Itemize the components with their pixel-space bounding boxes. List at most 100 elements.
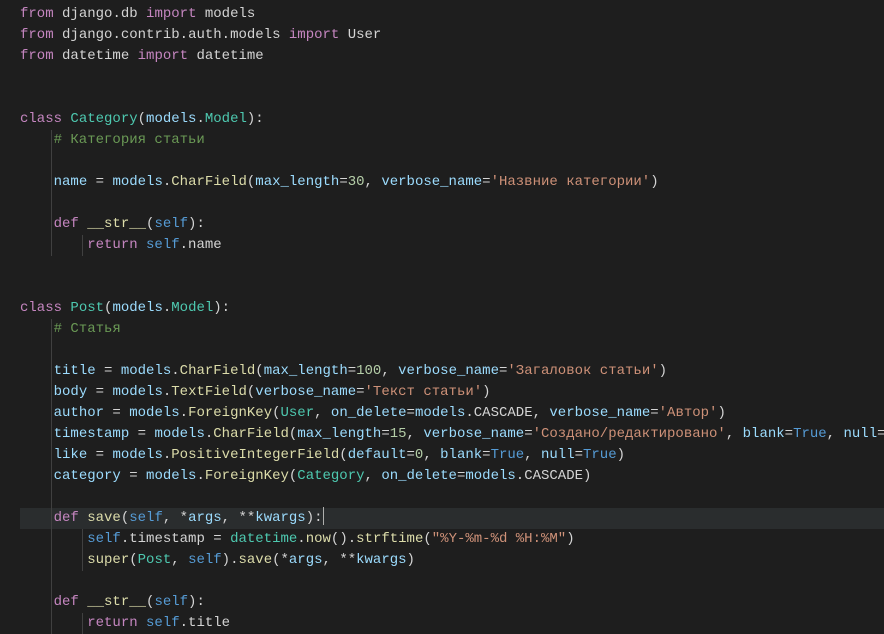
indent-guide <box>51 193 52 214</box>
indent-guide <box>51 361 52 382</box>
indent-guide <box>51 172 52 193</box>
token: timestamp <box>54 426 130 442</box>
code-line[interactable] <box>20 193 884 214</box>
token: . <box>163 447 171 463</box>
token: , <box>171 552 188 568</box>
code-line[interactable]: title = models.CharField(max_length=100,… <box>20 361 884 382</box>
code-line[interactable] <box>20 67 884 88</box>
code-line[interactable]: class Category(models.Model): <box>20 109 884 130</box>
token: Category <box>70 111 137 127</box>
code-line[interactable] <box>20 256 884 277</box>
indent-guide <box>51 151 52 172</box>
token: = <box>96 363 121 379</box>
code-line[interactable] <box>20 340 884 361</box>
token: = <box>356 384 364 400</box>
token: null <box>843 426 877 442</box>
token: timestamp <box>129 531 205 547</box>
token: kwargs <box>255 510 305 526</box>
indent-guide <box>51 550 52 571</box>
code-editor[interactable]: from django.db import modelsfrom django.… <box>20 4 884 634</box>
token: author <box>54 405 104 421</box>
code-line[interactable] <box>20 277 884 298</box>
code-line[interactable]: def __str__(self): <box>20 592 884 613</box>
code-line[interactable]: name = models.CharField(max_length=30, v… <box>20 172 884 193</box>
text-cursor <box>323 507 324 525</box>
token: ). <box>222 552 239 568</box>
token: models <box>129 405 179 421</box>
token <box>20 531 87 547</box>
code-line[interactable]: timestamp = models.CharField(max_length=… <box>20 424 884 445</box>
token: = <box>129 426 154 442</box>
token: ): <box>188 594 205 610</box>
token: title <box>188 615 230 631</box>
token: ): <box>188 216 205 232</box>
code-line[interactable] <box>20 88 884 109</box>
token: ) <box>650 174 658 190</box>
token: max_length <box>297 426 381 442</box>
token: , <box>163 510 180 526</box>
token: save <box>87 510 121 526</box>
code-line[interactable]: from django.db import models <box>20 4 884 25</box>
token: = <box>877 426 884 442</box>
token: . <box>465 405 473 421</box>
token: verbose_name <box>549 405 650 421</box>
token: body <box>54 384 88 400</box>
token: Model <box>171 300 213 316</box>
token: , <box>381 363 398 379</box>
code-line[interactable]: def save(self, *args, **kwargs): <box>20 508 884 529</box>
token: ** <box>238 510 255 526</box>
code-line[interactable]: like = models.PositiveIntegerField(defau… <box>20 445 884 466</box>
code-line[interactable] <box>20 487 884 508</box>
token: . <box>163 174 171 190</box>
token: = <box>407 447 415 463</box>
token: 'Автор' <box>659 405 718 421</box>
code-line[interactable]: return self.title <box>20 613 884 634</box>
token: True <box>583 447 617 463</box>
token: ( <box>423 531 431 547</box>
indent-guide <box>51 130 52 151</box>
token <box>20 447 54 463</box>
code-line[interactable]: def __str__(self): <box>20 214 884 235</box>
code-line[interactable]: from django.contrib.auth.models import U… <box>20 25 884 46</box>
indent-guide <box>82 529 83 550</box>
token: , <box>423 447 440 463</box>
token: . <box>163 300 171 316</box>
code-line[interactable]: category = models.ForeignKey(Category, o… <box>20 466 884 487</box>
token: CharField <box>213 426 289 442</box>
token: datetime <box>62 48 129 64</box>
token: = <box>87 447 112 463</box>
code-line[interactable]: super(Post, self).save(*args, **kwargs) <box>20 550 884 571</box>
code-line[interactable]: class Post(models.Model): <box>20 298 884 319</box>
code-line[interactable]: self.timestamp = datetime.now().strftime… <box>20 529 884 550</box>
code-line[interactable]: body = models.TextField(verbose_name='Те… <box>20 382 884 403</box>
code-line[interactable]: author = models.ForeignKey(User, on_dele… <box>20 403 884 424</box>
code-line[interactable] <box>20 571 884 592</box>
token: django <box>62 6 112 22</box>
token: return <box>87 615 146 631</box>
token: on_delete <box>381 468 457 484</box>
code-line[interactable] <box>20 151 884 172</box>
token: django <box>62 27 112 43</box>
code-line[interactable]: return self.name <box>20 235 884 256</box>
token: = <box>650 405 658 421</box>
token: . <box>297 531 305 547</box>
code-line[interactable]: # Категория статьи <box>20 130 884 151</box>
token: default <box>348 447 407 463</box>
code-line[interactable]: from datetime import datetime <box>20 46 884 67</box>
token: self <box>154 216 188 232</box>
token: ForeignKey <box>188 405 272 421</box>
token: models <box>154 426 204 442</box>
code-line[interactable]: # Статья <box>20 319 884 340</box>
token: = <box>575 447 583 463</box>
indent-guide <box>51 529 52 550</box>
token: = <box>407 405 415 421</box>
token: = <box>381 426 389 442</box>
token: import <box>281 27 348 43</box>
token: kwargs <box>356 552 406 568</box>
token: * <box>180 510 188 526</box>
token: , <box>314 405 331 421</box>
token: auth <box>188 27 222 43</box>
token: , <box>827 426 844 442</box>
token: self <box>129 510 163 526</box>
token: 'Создано/редактировано' <box>533 426 726 442</box>
